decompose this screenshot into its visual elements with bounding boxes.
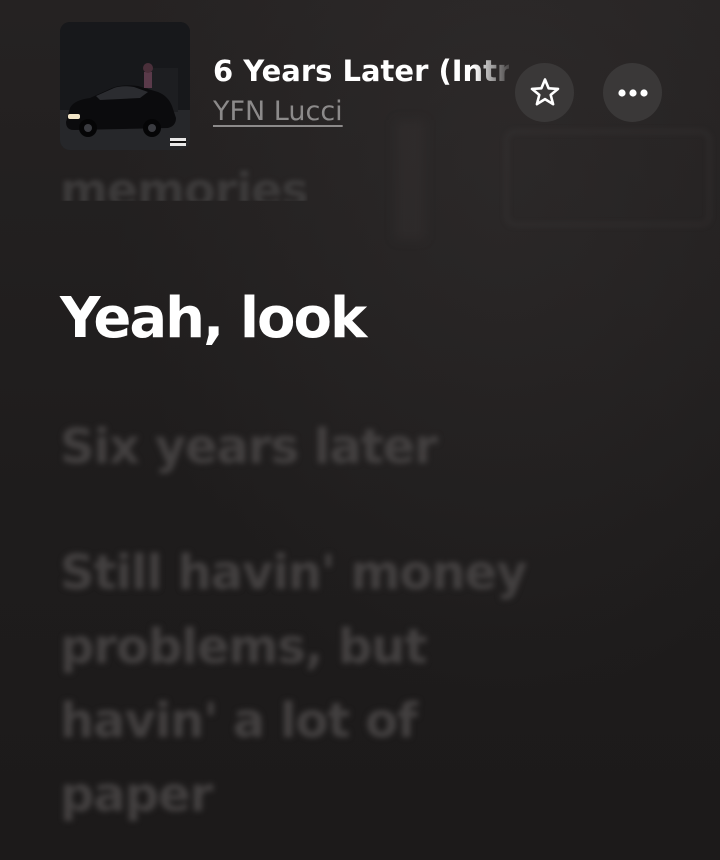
lyric-text: Still havin' money [60,545,527,601]
lyrics-panel[interactable]: memories Yeah, look Six years later Stil… [60,0,700,860]
lyric-line-upcoming[interactable]: Still havin' money problems, but havin' … [60,536,680,832]
lyric-line-upcoming[interactable]: Six years later [60,410,438,484]
lyric-text: Six years later [60,419,438,475]
lyric-text: problems, but [60,619,427,675]
lyric-text: paper [60,767,213,823]
lyric-line-current[interactable]: Yeah, look [60,286,367,352]
lyric-text: havin' a lot of [60,693,418,749]
lyric-line-previous[interactable]: memories [60,163,308,201]
